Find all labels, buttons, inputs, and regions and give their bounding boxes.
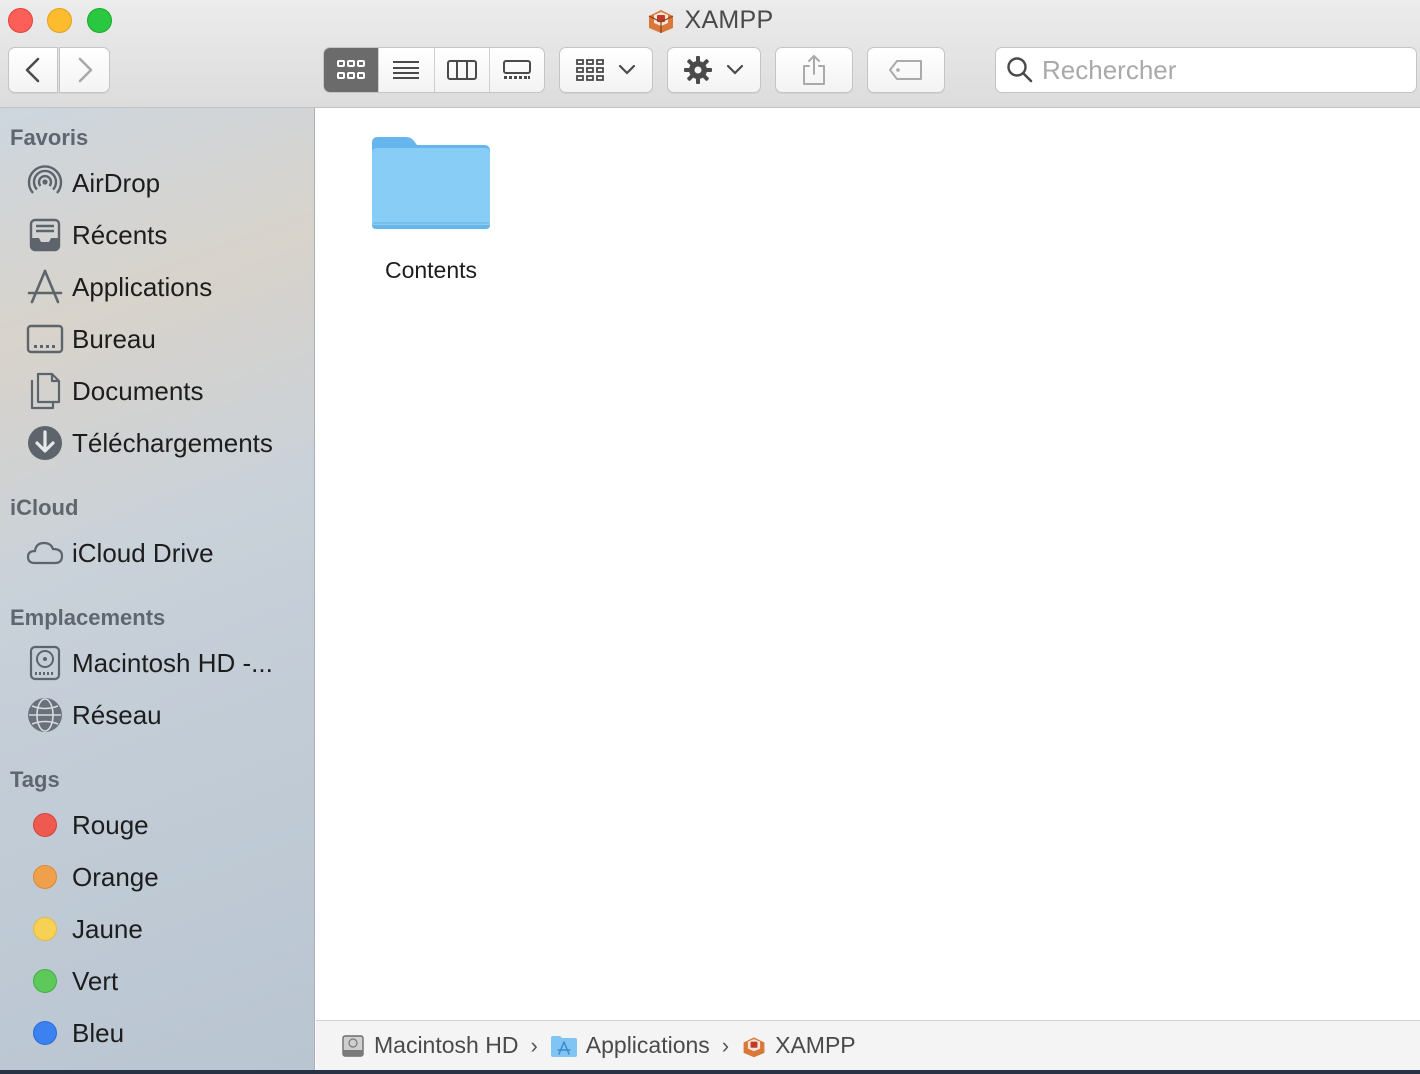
group-grid-icon xyxy=(576,59,604,81)
folder-icon xyxy=(372,137,490,229)
sidebar-item-label: Applications xyxy=(72,271,213,302)
cloud-icon xyxy=(26,534,64,572)
chevron-left-icon xyxy=(25,57,40,83)
red-tag-dot xyxy=(33,813,57,837)
sidebar-section-icloud: iCloud xyxy=(10,495,79,520)
edit-tags-button[interactable] xyxy=(867,47,945,93)
sidebar-item-label: Réseau xyxy=(72,699,162,730)
sidebar-item-label: Documents xyxy=(72,375,204,406)
sidebar-item-label: Bureau xyxy=(72,323,156,354)
downloads-icon xyxy=(26,424,64,462)
action-menu-button[interactable] xyxy=(667,47,761,93)
window-title-text: XAMPP xyxy=(684,5,774,34)
blue-tag-dot xyxy=(33,1021,57,1045)
sidebar-tag-yellow[interactable]: Jaune xyxy=(26,907,306,951)
sidebar-item-recents[interactable]: Récents xyxy=(26,213,306,257)
window-title: XAMPP xyxy=(0,4,1420,36)
sidebar-tag-orange[interactable]: Orange xyxy=(26,855,306,899)
icon-view-button[interactable] xyxy=(324,48,380,92)
file-name: Contents xyxy=(384,257,478,283)
applications-folder-icon xyxy=(550,1035,577,1057)
path-crumb-label: Applications xyxy=(585,1032,710,1058)
sidebar-item-macintosh-hd[interactable]: Macintosh HD -... xyxy=(26,641,306,685)
recents-icon xyxy=(26,216,64,254)
icon-grid-icon xyxy=(337,60,366,79)
file-browser-content: Contents xyxy=(316,108,1420,1020)
sidebar-tag-red[interactable]: Rouge xyxy=(26,803,306,847)
green-tag-dot xyxy=(33,969,57,993)
sidebar-item-label: Vert xyxy=(72,965,119,996)
hard-drive-icon xyxy=(26,644,64,682)
chevron-down-icon xyxy=(618,64,636,75)
column-view-icon xyxy=(446,60,477,80)
yellow-tag-dot xyxy=(33,917,57,941)
sidebar-item-label: Rouge xyxy=(72,809,149,840)
share-icon xyxy=(803,55,825,85)
desktop-edge xyxy=(0,1070,1420,1074)
path-crumb-xampp[interactable]: XAMPP xyxy=(741,1032,856,1059)
column-view-button[interactable] xyxy=(435,48,490,92)
back-button[interactable] xyxy=(8,47,58,93)
chevron-down-icon xyxy=(726,64,744,75)
orange-tag-dot xyxy=(33,865,57,889)
sidebar-item-airdrop[interactable]: AirDrop xyxy=(26,161,306,205)
network-icon xyxy=(26,696,64,734)
sidebar-item-label: Orange xyxy=(72,861,159,892)
view-mode-control xyxy=(323,47,545,93)
applications-icon xyxy=(26,268,64,306)
chevron-right-icon: › xyxy=(530,1032,538,1058)
sidebar-item-icloud-drive[interactable]: iCloud Drive xyxy=(26,531,306,575)
sidebar-tag-green[interactable]: Vert xyxy=(26,959,306,1003)
path-bar: Macintosh HD › Applications › XAMPP xyxy=(316,1020,1420,1070)
sidebar-item-label: Macintosh HD -... xyxy=(72,647,273,678)
desktop-icon xyxy=(26,320,64,358)
sidebar-section-tags: Tags xyxy=(10,767,60,792)
share-button[interactable] xyxy=(775,47,853,93)
sidebar-item-label: Téléchargements xyxy=(72,427,273,458)
gear-icon xyxy=(684,56,712,84)
sidebar-item-label: Bleu xyxy=(72,1017,125,1048)
documents-icon xyxy=(26,372,64,410)
sidebar-item-label: Récents xyxy=(72,219,168,250)
search-field[interactable] xyxy=(995,47,1417,93)
airdrop-icon xyxy=(26,164,64,202)
list-view-icon xyxy=(393,61,420,79)
gallery-view-button[interactable] xyxy=(490,48,544,92)
hard-drive-icon xyxy=(342,1034,364,1057)
sidebar-item-downloads[interactable]: Téléchargements xyxy=(26,421,306,465)
sidebar-item-label: Jaune xyxy=(72,913,143,944)
sidebar-item-network[interactable]: Réseau xyxy=(26,693,306,737)
sidebar-item-label: iCloud Drive xyxy=(72,537,214,568)
chevron-right-icon xyxy=(78,57,92,83)
search-input[interactable] xyxy=(1042,54,1402,86)
path-crumb-macintosh-hd[interactable]: Macintosh HD xyxy=(340,1032,518,1059)
search-icon xyxy=(1007,57,1033,83)
list-view-button[interactable] xyxy=(379,48,435,92)
sidebar-tag-blue[interactable]: Bleu xyxy=(26,1011,306,1055)
sidebar-item-label: AirDrop xyxy=(72,167,161,198)
sidebar-item-applications[interactable]: Applications xyxy=(26,265,306,309)
folder-item-contents[interactable]: Contents xyxy=(366,133,496,284)
path-crumb-applications[interactable]: Applications xyxy=(550,1032,710,1059)
sidebar-section-favorites: Favoris xyxy=(10,125,89,150)
forward-button[interactable] xyxy=(59,47,110,93)
sidebar: Favoris AirDrop Récents Applications Bur… xyxy=(0,108,315,1070)
tag-icon xyxy=(889,60,922,80)
sidebar-item-documents[interactable]: Documents xyxy=(26,369,306,413)
group-by-button[interactable] xyxy=(559,47,653,93)
sidebar-item-desktop[interactable]: Bureau xyxy=(26,317,306,361)
toolbar: XAMPP xyxy=(0,0,1420,108)
gallery-view-icon xyxy=(502,60,531,79)
finder-window: XAMPP Rechercher Favoris AirDrop Récents… xyxy=(0,0,1420,1070)
chevron-right-icon: › xyxy=(721,1032,730,1058)
path-crumb-label: XAMPP xyxy=(775,1032,856,1058)
xampp-app-icon xyxy=(743,1036,765,1057)
sidebar-section-locations: Emplacements xyxy=(10,605,166,630)
path-crumb-label: Macintosh HD xyxy=(374,1032,519,1058)
xampp-app-icon xyxy=(649,10,674,33)
